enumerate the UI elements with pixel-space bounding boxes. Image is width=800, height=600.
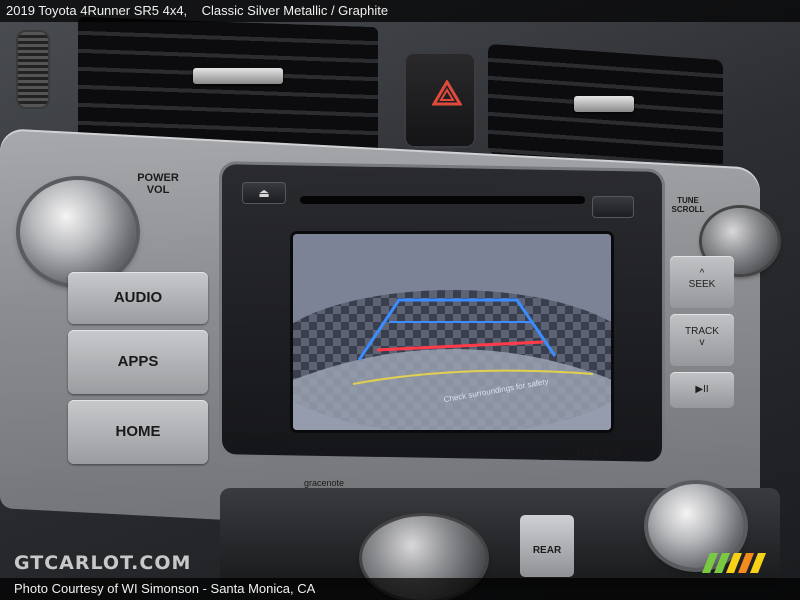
track-label: TRACK (685, 326, 719, 337)
hd-radio-logo: HD Radio (578, 448, 619, 458)
power-vol-label: POWER VOL (137, 172, 179, 196)
photo-credit: Photo Courtesy of WI Simonson - Santa Mo… (14, 581, 316, 596)
gracenote-logo: gracenote (304, 478, 345, 488)
backup-camera-screen[interactable]: Check surroundings for safety (293, 234, 611, 430)
audio-button[interactable]: AUDIO (68, 272, 208, 324)
gtcarlot-watermark: GTCARLOT.COM (14, 552, 192, 574)
slot-side-button[interactable] (592, 196, 634, 218)
track-button[interactable]: TRACK v (670, 314, 734, 366)
hazard-triangle-icon (431, 79, 463, 110)
vent-tab-left[interactable] (193, 68, 283, 84)
vehicle-color: Classic Silver Metallic / Graphite (201, 3, 389, 18)
gtcarlot-stripe-logo (696, 553, 776, 573)
play-pause-icon: ▶II (695, 384, 709, 395)
tune-scroll-label: TUNE SCROLL (671, 196, 705, 214)
eject-icon: ⏏ (258, 186, 270, 200)
rear-label: REAR (532, 545, 562, 556)
dashboard-photo: 2019 Toyota 4Runner SR5 4x4, Classic Sil… (0, 0, 800, 600)
apps-button-label: APPS (117, 353, 159, 370)
caption-bar: 2019 Toyota 4Runner SR5 4x4, Classic Sil… (0, 0, 800, 22)
vehicle-title: 2019 Toyota 4Runner SR5 4x4, (6, 3, 188, 18)
seek-up-icon: ^ (699, 268, 705, 279)
track-down-icon: v (699, 337, 705, 348)
hazard-button[interactable] (404, 52, 476, 148)
seek-label: SEEK (688, 279, 716, 290)
play-pause-button[interactable]: ▶II (670, 372, 734, 408)
photo-credit-bar: Photo Courtesy of WI Simonson - Santa Mo… (0, 578, 800, 600)
rear-defrost-button[interactable]: REAR (520, 515, 574, 577)
home-button-label: HOME (115, 423, 161, 440)
bluetooth-logo: Bluetooth (540, 452, 579, 462)
power-volume-knob[interactable] (20, 180, 136, 284)
vent-tab-right[interactable] (574, 96, 634, 112)
eject-button[interactable]: ⏏ (242, 182, 286, 204)
cd-slot[interactable] (300, 196, 585, 204)
seek-button[interactable]: ^ SEEK (670, 256, 734, 308)
vent-thumbwheel-left[interactable] (16, 30, 50, 109)
home-button[interactable]: HOME (68, 400, 208, 464)
audio-button-label: AUDIO (113, 289, 163, 306)
apps-button[interactable]: APPS (68, 330, 208, 394)
